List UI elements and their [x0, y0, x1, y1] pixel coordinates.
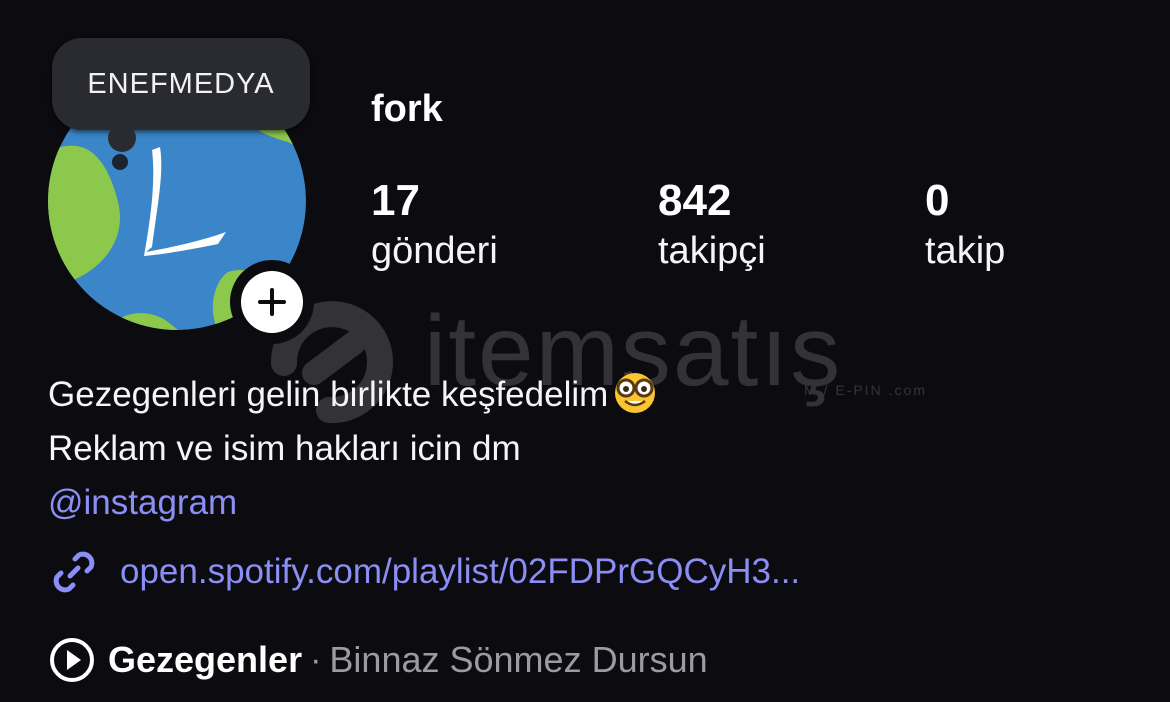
stat-posts-label: gönderi — [371, 230, 498, 272]
stat-following-value: 0 — [925, 176, 950, 225]
note-text: ENEFMEDYA — [87, 67, 275, 100]
stat-following[interactable]: 0 takip — [925, 176, 1005, 276]
profile-music[interactable]: Gezegenler · Binnaz Sönmez Dursun — [48, 636, 708, 684]
profile-link-text[interactable]: open.spotify.com/playlist/02FDPrGQCyH3..… — [120, 552, 800, 592]
bio-line-2: Reklam ve isim hakları icin dm — [48, 429, 521, 468]
add-story-button[interactable] — [230, 260, 314, 344]
username: fork — [371, 88, 443, 130]
note-bubble[interactable]: ENEFMEDYA — [52, 38, 310, 130]
watermark-subtext: M / E-PIN .com — [804, 382, 927, 398]
profile-link[interactable]: open.spotify.com/playlist/02FDPrGQCyH3..… — [48, 546, 800, 598]
stat-followers-label: takipçi — [658, 230, 766, 272]
bio-line-1: Gezegenleri gelin birlikte keşfedelim — [48, 368, 660, 422]
bio: Gezegenleri gelin birlikte keşfedelim Re… — [48, 368, 660, 530]
stat-following-label: takip — [925, 230, 1006, 272]
stat-posts-value: 17 — [371, 176, 420, 225]
note-bubble-tail — [108, 124, 136, 152]
plus-icon — [258, 288, 286, 316]
play-circle-icon[interactable] — [48, 636, 96, 684]
stat-followers[interactable]: 842 takipçi — [658, 176, 766, 276]
music-title: Gezegenler — [108, 639, 303, 680]
stat-followers-value: 842 — [658, 176, 732, 225]
add-story-circle — [241, 271, 303, 333]
bio-mention-link[interactable]: @instagram — [48, 476, 660, 530]
music-artist: Binnaz Sönmez Dursun — [329, 639, 708, 680]
link-icon — [53, 551, 95, 593]
music-separator: · — [310, 640, 322, 679]
stat-posts[interactable]: 17 gönderi — [371, 176, 498, 276]
nerd-face-emoji-icon — [615, 373, 656, 413]
bio-line-1-text: Gezegenleri gelin birlikte keşfedelim — [48, 375, 609, 414]
